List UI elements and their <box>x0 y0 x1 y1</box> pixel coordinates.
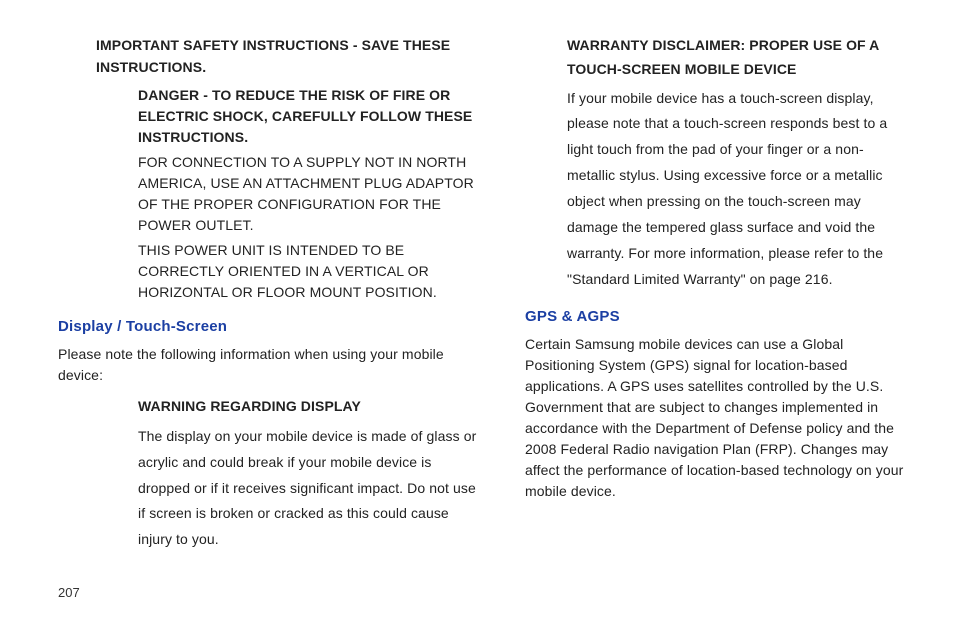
warranty-body: If your mobile device has a touch-screen… <box>567 86 906 293</box>
safety-instructions-heading: IMPORTANT SAFETY INSTRUCTIONS - SAVE THE… <box>96 34 477 79</box>
display-intro: Please note the following information wh… <box>58 344 477 386</box>
left-column: IMPORTANT SAFETY INSTRUCTIONS - SAVE THE… <box>58 34 477 574</box>
right-column: WARRANTY DISCLAIMER: PROPER USE OF A TOU… <box>525 34 906 574</box>
connection-text: FOR CONNECTION TO A SUPPLY NOT IN NORTH … <box>138 152 477 236</box>
two-column-layout: IMPORTANT SAFETY INSTRUCTIONS - SAVE THE… <box>58 34 906 574</box>
warning-display-body: The display on your mobile device is mad… <box>138 424 477 553</box>
warning-display-block: WARNING REGARDING DISPLAY The display on… <box>138 396 477 553</box>
display-touchscreen-title: Display / Touch-Screen <box>58 315 477 338</box>
danger-warning: DANGER - TO REDUCE THE RISK OF FIRE OR E… <box>138 85 477 148</box>
warning-display-heading: WARNING REGARDING DISPLAY <box>138 396 477 418</box>
safety-block: DANGER - TO REDUCE THE RISK OF FIRE OR E… <box>138 85 477 303</box>
warranty-block: WARRANTY DISCLAIMER: PROPER USE OF A TOU… <box>567 34 906 293</box>
gps-agps-title: GPS & AGPS <box>525 305 906 328</box>
power-unit-text: THIS POWER UNIT IS INTENDED TO BE CORREC… <box>138 240 477 303</box>
page-number: 207 <box>58 585 80 600</box>
gps-body: Certain Samsung mobile devices can use a… <box>525 334 906 502</box>
page: IMPORTANT SAFETY INSTRUCTIONS - SAVE THE… <box>0 0 954 636</box>
warranty-heading: WARRANTY DISCLAIMER: PROPER USE OF A TOU… <box>567 34 906 82</box>
